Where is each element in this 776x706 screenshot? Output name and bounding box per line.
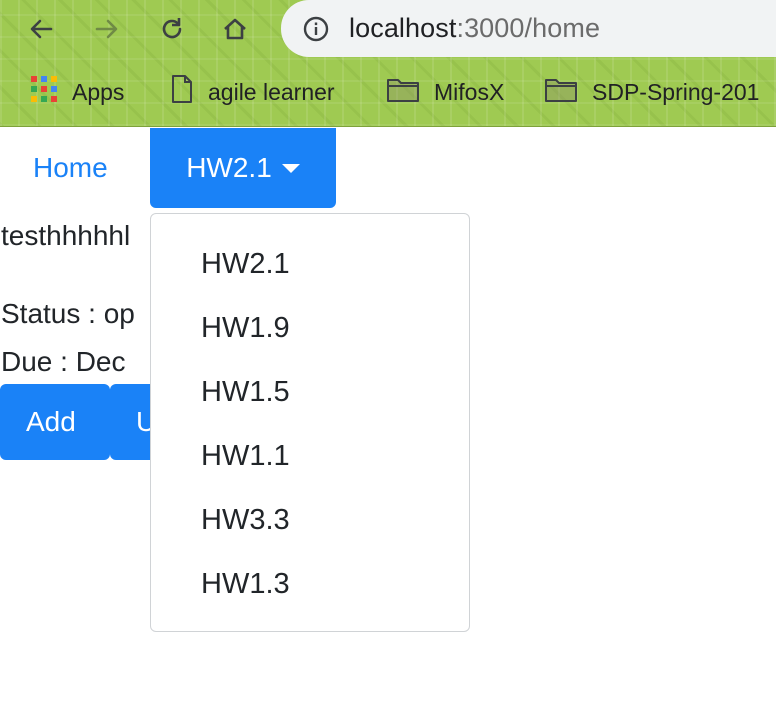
bookmark-label: Apps (72, 78, 125, 105)
back-button[interactable] (22, 10, 60, 48)
url-host: localhost (349, 13, 457, 43)
forward-arrow-icon (95, 19, 118, 39)
dropdown-item-hw3-3[interactable]: HW3.3 (201, 504, 290, 537)
dropdown-item-hw1-3[interactable]: HW1.3 (201, 568, 290, 601)
dropdown-item-hw2-1[interactable]: HW2.1 (201, 248, 290, 281)
browser-toolbar: localhost:3000/home Apps agile learner M… (0, 0, 776, 127)
item-title: testhhhhhl (1, 220, 131, 251)
bookmark-label: agile learner (208, 78, 335, 105)
folder-icon (544, 75, 578, 109)
address-bar[interactable]: localhost:3000/home (281, 0, 776, 57)
bookmark-label: SDP-Spring-201 (592, 78, 760, 105)
page-icon (170, 74, 194, 110)
add-button[interactable]: Add (0, 384, 110, 460)
due-text: Due : Dec (1, 346, 126, 377)
bookmark-agile-learner[interactable]: agile learner (170, 74, 335, 110)
status-text: Status : op (1, 298, 135, 329)
dropdown-menu: HW2.1 HW1.9 HW1.5 HW1.1 HW3.3 HW1.3 (150, 213, 470, 632)
dropdown-item-hw1-9[interactable]: HW1.9 (201, 312, 290, 345)
reload-icon (162, 18, 182, 39)
reload-button[interactable] (153, 10, 191, 48)
apps-grid-icon (30, 75, 58, 109)
bookmark-mifosx[interactable]: MifosX (386, 76, 504, 108)
url-text: localhost:3000/home (349, 13, 600, 44)
url-path: :3000/home (456, 13, 601, 43)
add-button-label: Add (26, 406, 76, 437)
nav-home-link[interactable]: Home (33, 152, 108, 184)
hw-dropdown-toggle[interactable]: HW2.1 (150, 128, 336, 208)
bookmark-label: MifosX (434, 78, 505, 105)
info-icon[interactable] (303, 16, 329, 42)
page-content: Home HW2.1 testhhhhhl Status : op Due : … (0, 128, 776, 706)
folder-icon (386, 75, 420, 109)
dropdown-label: HW2.1 (186, 152, 272, 183)
forward-button[interactable] (88, 10, 126, 48)
home-button[interactable] (216, 10, 254, 48)
bookmarks-bar: Apps agile learner MifosX SDP-Spring-201 (0, 68, 776, 116)
bookmark-sdp-spring[interactable]: SDP-Spring-201 (544, 76, 759, 108)
bookmark-apps[interactable]: Apps (30, 76, 124, 108)
dropdown-item-hw1-5[interactable]: HW1.5 (201, 376, 290, 409)
back-arrow-icon (30, 19, 53, 39)
home-icon (224, 18, 246, 40)
caret-down-icon (281, 163, 300, 173)
dropdown-item-hw1-1[interactable]: HW1.1 (201, 440, 290, 473)
